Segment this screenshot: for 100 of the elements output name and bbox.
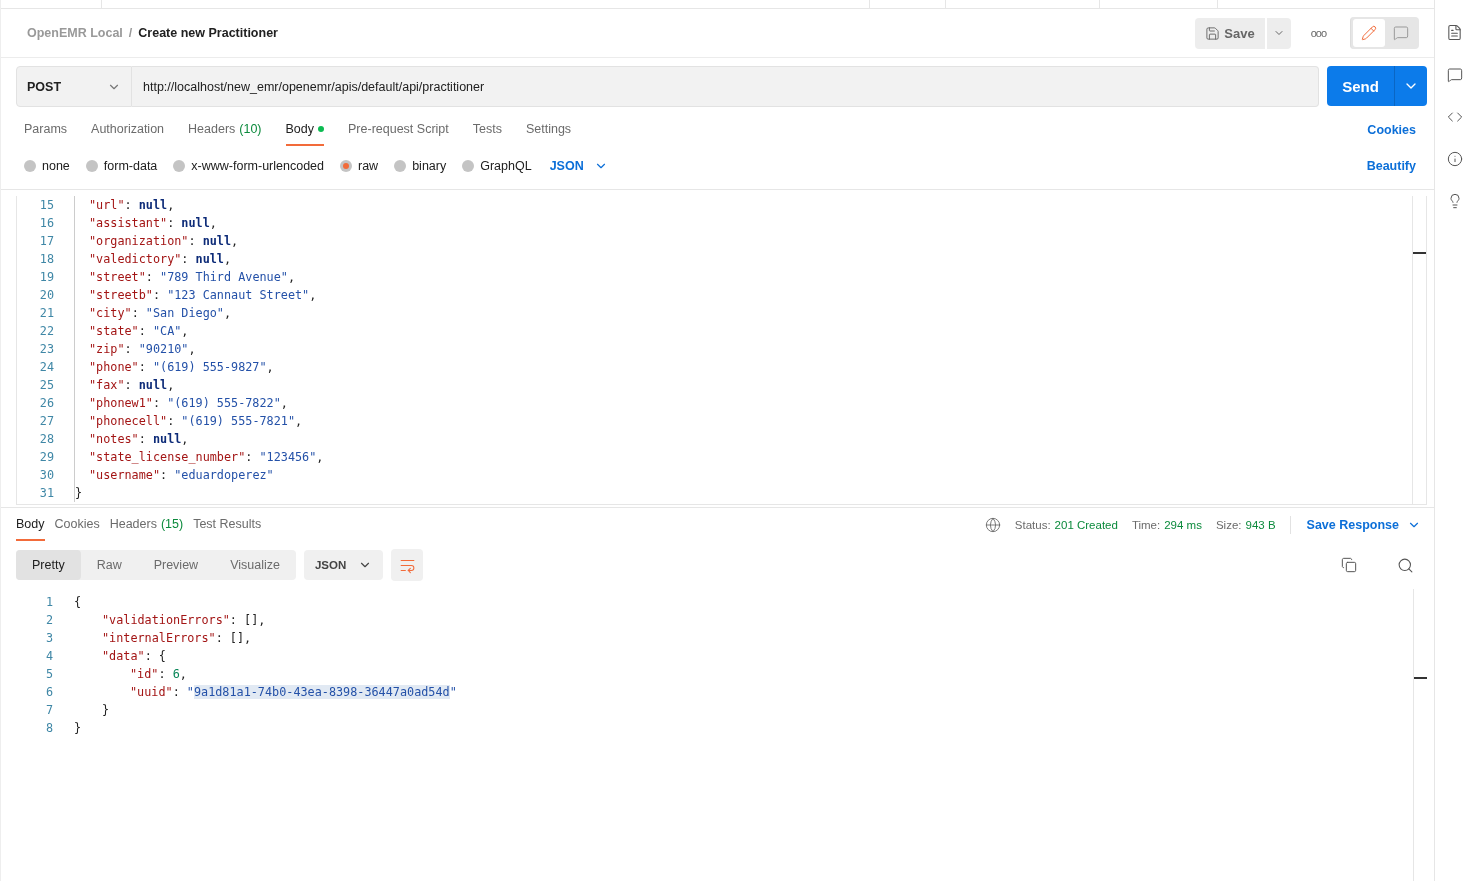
more-button[interactable]: ooo [1304,26,1332,40]
line-number: 20 [38,287,55,304]
line-number: 24 [38,359,55,376]
request-tab[interactable]: Tests [472,114,502,146]
method-select[interactable]: POST [16,66,132,107]
line-number: 6 [44,684,54,701]
code-line: "streetb": "123 Cannaut Street", [74,286,317,304]
collection-name[interactable]: OpenEMR Local [27,26,123,40]
line-number: 22 [38,323,55,340]
radio-label: none [42,159,70,173]
code-line: } [74,484,83,502]
code-line: } [101,702,110,719]
line-number: 16 [38,215,55,232]
line-number: 17 [38,233,55,250]
code-line: "state": "CA", [74,322,189,340]
code-line: "organization": null, [74,232,239,250]
request-tab[interactable]: Headers (10) [188,114,262,146]
url-field[interactable]: http://localhost/new_emr/openemr/apis/default/api/practitioner [132,66,1319,107]
request-tab[interactable]: Body [285,114,325,146]
request-tab[interactable]: Authorization [91,114,165,146]
code-line: "url": null, [74,196,175,214]
line-number: 31 [38,485,55,502]
line-number: 8 [44,720,54,737]
send-button[interactable]: Send [1327,66,1394,106]
line-number: 29 [38,449,55,466]
line-number: 1 [44,594,54,611]
scrollbar[interactable] [1413,589,1427,881]
line-number: 27 [38,413,55,430]
code-line: "assistant": null, [74,214,217,232]
line-number: 21 [38,305,55,322]
body-format-dropdown[interactable]: JSON [547,159,608,173]
line-number: 5 [44,666,54,683]
response-format-dropdown[interactable]: JSON [303,550,384,580]
radio-button[interactable] [85,160,98,172]
radio-label: GraphQL [480,159,532,173]
radio-button[interactable] [340,160,352,172]
line-number: 28 [38,431,55,448]
code-line: "notes": null, [74,430,189,448]
response-tab[interactable]: Cookies [54,508,100,541]
request-tab[interactable]: Params [24,114,68,146]
radio-label: form-data [103,159,158,173]
response-tab[interactable]: Headers (15) [109,508,184,541]
code-line: "validationErrors": [], [101,612,266,629]
scrollbar[interactable] [1412,196,1426,504]
status-reading: Status: 201 Created [1014,517,1118,533]
code-icon[interactable] [1446,109,1463,125]
save-button[interactable]: Save [1195,17,1265,49]
comment-icon[interactable] [1446,67,1463,83]
line-number: 25 [38,377,55,394]
code-line: "state_license_number": "123456", [74,448,324,466]
save-response-button[interactable]: Save Response [1304,517,1421,532]
code-line: "valedictory": null, [74,250,232,268]
copy-icon[interactable] [1341,557,1357,573]
radio-button[interactable] [24,160,36,172]
code-line: "username": "eduardoperez" [74,466,274,484]
code-line: "id": 6, [129,666,187,683]
document-icon[interactable] [1446,24,1463,41]
globe-icon [984,516,1001,533]
radio-label: raw [358,159,379,173]
view-mode-tab[interactable]: Pretty [16,550,81,580]
wrap-lines-icon[interactable] [391,549,424,581]
code-line: "phonecell": "(619) 555-7821", [74,412,303,430]
search-icon[interactable] [1397,556,1414,574]
code-line: "uuid": "9a1d81a1-74b0-43ea-8398-36447a0ad54d" [129,684,457,701]
info-icon[interactable] [1446,151,1463,167]
response-tab[interactable]: Body [16,508,45,541]
code-line: { [73,594,82,611]
code-line: "zip": "90210", [74,340,196,358]
line-number: 2 [44,612,54,629]
code-line: "data": { [101,648,166,665]
pencil-icon[interactable] [1353,19,1385,47]
line-number: 30 [38,467,55,484]
code-line: "internalErrors": [], [101,630,252,647]
line-number: 3 [44,630,54,647]
line-number: 26 [38,395,55,412]
radio-button[interactable] [462,160,475,172]
code-line: "city": "San Diego", [74,304,232,322]
send-options-button[interactable] [1394,66,1427,106]
code-line: "street": "789 Third Avenue", [74,268,295,286]
save-icon [1205,25,1221,41]
code-line: "phone": "(619) 555-9827", [74,358,274,376]
beautify-link[interactable]: Beautify [1366,159,1416,173]
request-tab[interactable]: Pre-request Script [348,114,449,146]
time-reading: Time: 294 ms [1131,517,1202,533]
line-number: 7 [44,702,54,719]
radio-label: binary [412,159,447,173]
code-line: } [73,720,82,737]
code-line: "phonew1": "(619) 555-7822", [74,394,288,412]
code-line: "fax": null, [74,376,175,394]
request-tab[interactable]: Settings [525,114,572,146]
cookies-link[interactable]: Cookies [1367,123,1416,137]
size-reading: Size: 943 B [1215,517,1276,533]
response-tab[interactable]: Test Results [193,508,262,541]
view-mode-tab[interactable]: Preview [137,550,215,580]
radio-button[interactable] [173,160,186,172]
radio-label: x-www-form-urlencoded [191,159,324,173]
radio-button[interactable] [394,160,407,172]
view-mode-tab[interactable]: Visualize [214,550,296,580]
view-mode-tab[interactable]: Raw [80,550,138,580]
line-number: 4 [44,648,54,665]
